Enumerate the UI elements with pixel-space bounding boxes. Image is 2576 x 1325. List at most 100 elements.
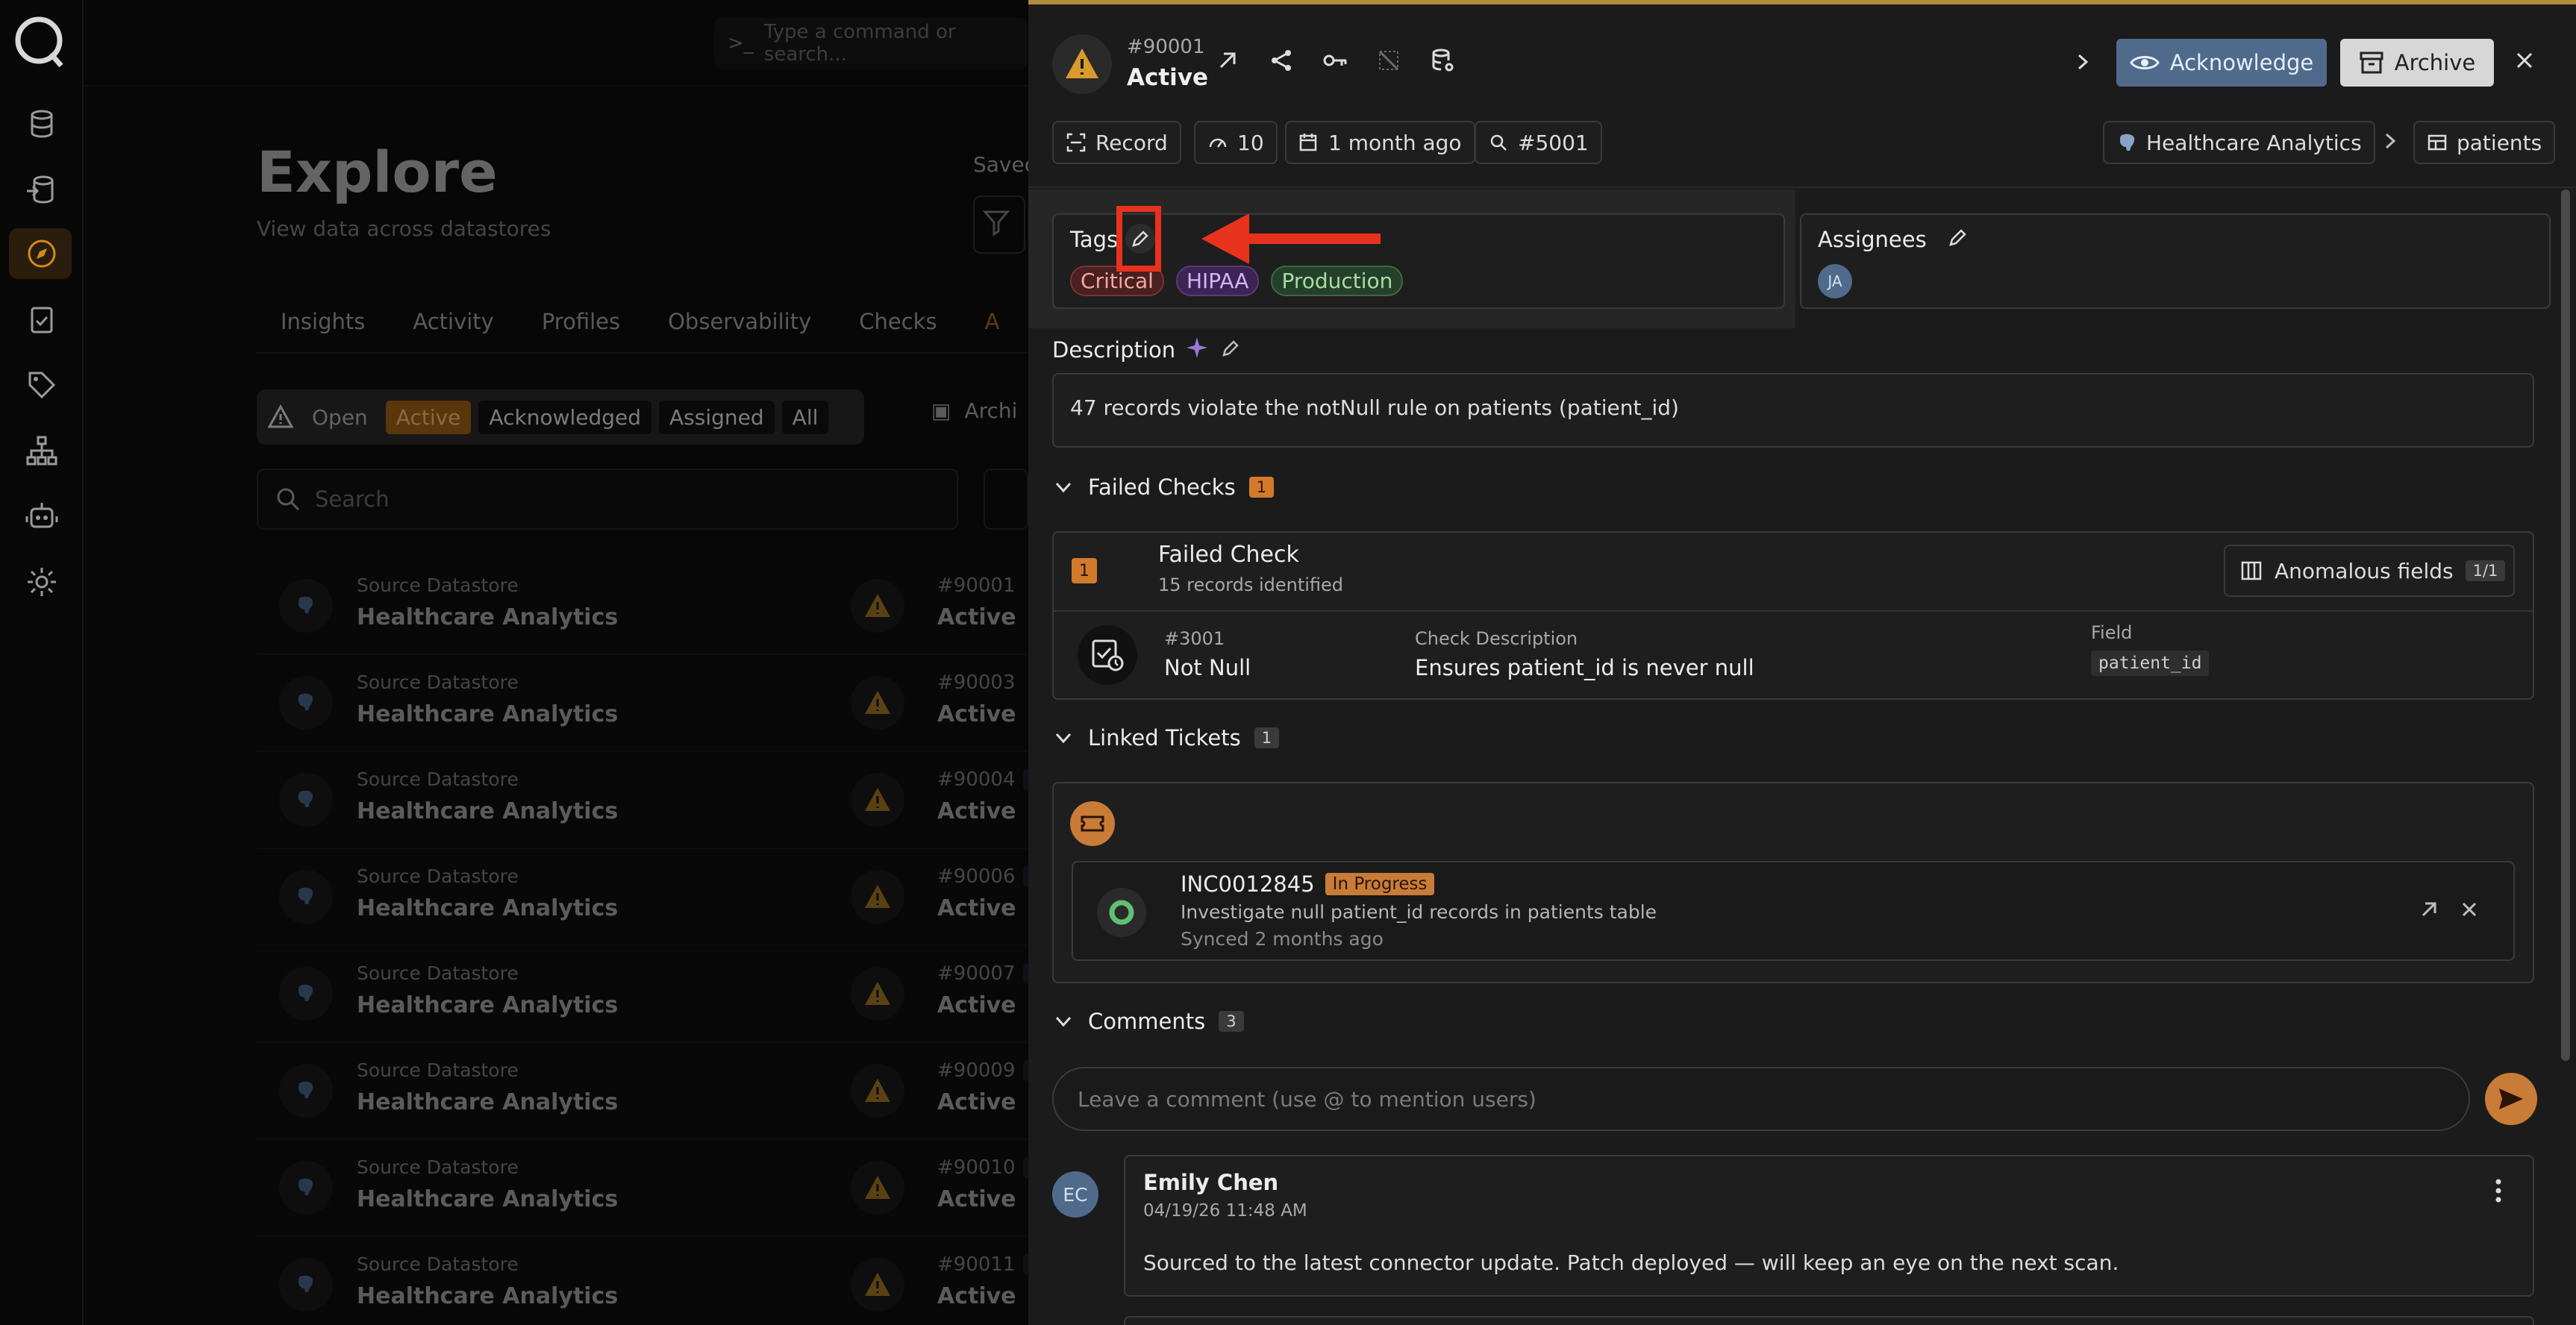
ticket-description: Investigate null patient_id records in p… — [1181, 901, 1657, 923]
comments-count: 3 — [1219, 1011, 1244, 1032]
database-arrow-icon — [27, 175, 54, 204]
container-value: patients — [2457, 130, 2542, 155]
container-chip[interactable]: patients — [2413, 121, 2556, 164]
age-chip: 1 month ago — [1285, 121, 1475, 164]
check-field-label: Field — [2091, 622, 2133, 643]
explore-page: >_ Type a command or search... Explore V… — [84, 0, 1167, 1325]
share-icon[interactable] — [1269, 48, 1294, 73]
datastore-chip[interactable]: Healthcare Analytics — [2103, 121, 2375, 164]
warning-icon — [1066, 48, 1098, 78]
scan-chip[interactable]: #5001 — [1475, 121, 1602, 164]
gauge-icon — [1209, 138, 1227, 148]
eye-icon — [2130, 56, 2160, 69]
archive-button[interactable]: Archive — [2340, 39, 2494, 87]
annotation-highlight-box — [1116, 206, 1161, 272]
nav-agents[interactable] — [0, 488, 84, 545]
open-external-icon[interactable] — [2418, 898, 2440, 921]
anomalous-fields-button[interactable]: Anomalous fields 1/1 — [2224, 545, 2515, 597]
table-icon — [2427, 134, 2447, 151]
ai-sparkle-icon[interactable] — [1185, 336, 1209, 360]
chevron-right-icon[interactable] — [2072, 51, 2094, 73]
close-icon[interactable] — [2513, 49, 2536, 72]
servicenow-logo-icon — [1097, 888, 1146, 937]
pencil-icon[interactable] — [1948, 227, 1969, 248]
anomalous-fields-label: Anomalous fields — [2275, 558, 2454, 583]
anomaly-drawer: #90001 Active Acknowledge Archive Record… — [1028, 0, 2576, 1325]
comment-placeholder: Leave a comment (use @ to mention users) — [1078, 1086, 1536, 1112]
visibility-off-icon[interactable] — [1376, 48, 1401, 73]
failed-checks-header[interactable]: Failed Checks 1 — [1052, 474, 1275, 500]
scrollbar[interactable] — [2561, 189, 2570, 1061]
close-icon[interactable] — [2460, 900, 2479, 919]
scan-frame-icon — [1066, 133, 1086, 152]
backdrop-overlay[interactable] — [84, 0, 1167, 1325]
ticket-sync-time: Synced 2 months ago — [1181, 928, 1384, 950]
database-settings-icon[interactable] — [1430, 48, 1455, 73]
ticket-header: INC0012845 In Progress — [1181, 871, 1435, 897]
anomaly-actions — [1215, 48, 1455, 73]
anomaly-status: Active — [1127, 64, 1209, 91]
failed-check-divider — [1054, 610, 2533, 612]
comment-input[interactable]: Leave a comment (use @ to mention users) — [1052, 1067, 2470, 1131]
check-id[interactable]: #3001 — [1164, 628, 1225, 649]
ticket-state-badge: In Progress — [1325, 873, 1435, 895]
nav-checks[interactable] — [0, 291, 84, 348]
comment-card — [1124, 1316, 2534, 1325]
app-logo-icon[interactable] — [12, 13, 67, 69]
age-value: 1 month ago — [1328, 130, 1462, 155]
chevron-right-icon — [2385, 133, 2396, 149]
anomalous-fields-count: 1/1 — [2465, 560, 2506, 581]
calendar-clock-icon — [1299, 134, 1317, 151]
nav-datastores[interactable] — [0, 95, 84, 152]
acknowledge-button[interactable]: Acknowledge — [2116, 39, 2327, 87]
ticket-shape-icon — [1081, 815, 1104, 832]
scan-value: #5001 — [1518, 130, 1589, 155]
assignee-avatar[interactable]: JA — [1818, 264, 1852, 298]
check-type-icon — [1078, 625, 1137, 685]
linked-tickets-count: 1 — [1254, 727, 1280, 748]
failed-check-title: Failed Check — [1158, 542, 1299, 568]
linked-tickets-label: Linked Tickets — [1088, 725, 1241, 751]
clipboard-check-icon — [31, 307, 53, 333]
more-vertical-icon[interactable] — [2494, 1177, 2503, 1204]
check-field-value: patient_id — [2091, 651, 2210, 676]
nav-hierarchy[interactable] — [0, 422, 84, 479]
linked-tickets-header[interactable]: Linked Tickets 1 — [1052, 725, 1280, 751]
comments-header[interactable]: Comments 3 — [1052, 1009, 1244, 1034]
nav-explore[interactable] — [0, 225, 84, 282]
check-description-label: Check Description — [1415, 628, 1578, 649]
weight-chip: 10 — [1194, 121, 1278, 164]
comment-avatar: EC — [1052, 1171, 1098, 1218]
archive-box-icon — [2360, 51, 2383, 74]
key-icon[interactable] — [1322, 48, 1348, 73]
chevron-down-icon — [1055, 733, 1072, 744]
chevron-down-icon — [1055, 482, 1072, 493]
comments-label: Comments — [1088, 1009, 1206, 1034]
comment-text: Sourced to the latest connector update. … — [1143, 1250, 2119, 1275]
header-divider — [1028, 187, 2576, 188]
send-comment-button[interactable] — [2485, 1073, 2537, 1125]
failed-check-subtitle: 15 records identified — [1158, 574, 1344, 595]
ticket-icon — [1070, 801, 1115, 846]
ring-icon — [1109, 900, 1134, 925]
comment-date: 04/19/26 11:48 AM — [1143, 1201, 1307, 1221]
chevron-down-icon — [1055, 1016, 1072, 1027]
nav-enrichment[interactable] — [0, 161, 84, 218]
assignees-label: Assignees — [1818, 227, 1927, 252]
nav-settings[interactable] — [0, 554, 84, 610]
failed-check-badge: 1 — [1072, 558, 1097, 583]
check-name: Not Null — [1164, 655, 1251, 680]
pencil-icon[interactable] — [1221, 339, 1240, 358]
failed-checks-count: 1 — [1248, 477, 1275, 498]
type-chip: Record — [1052, 121, 1181, 164]
type-value: Record — [1095, 130, 1168, 155]
database-icon — [31, 110, 53, 138]
anomaly-status-icon — [1052, 34, 1112, 94]
datastore-value: Healthcare Analytics — [2146, 130, 2362, 155]
nav-tags[interactable] — [0, 357, 84, 413]
open-external-icon[interactable] — [1215, 48, 1240, 73]
tag-production[interactable]: Production — [1271, 266, 1404, 296]
sitemap-icon — [26, 436, 57, 466]
description-text[interactable]: 47 records violate the notNull rule on p… — [1052, 373, 2534, 448]
tag-hipaa[interactable]: HIPAA — [1175, 266, 1260, 296]
